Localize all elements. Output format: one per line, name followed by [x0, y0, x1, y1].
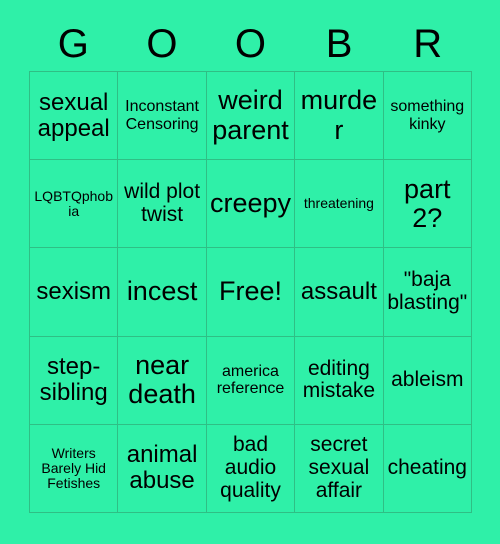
bingo-cell-r4c5[interactable]: ableism — [383, 336, 472, 425]
bingo-cell-label: sexual appeal — [37, 88, 110, 142]
bingo-header-letter-5: R — [413, 22, 443, 66]
bingo-cell-r5c5[interactable]: cheating — [383, 424, 472, 513]
bingo-cell-label: wild plot twist — [124, 180, 201, 226]
bingo-cell-label: incest — [126, 276, 198, 307]
bingo-cell-r3c5[interactable]: "baja blasting" — [383, 248, 472, 337]
bingo-cell-label: creepy — [209, 188, 292, 219]
bingo-cell-r2c5[interactable]: part 2? — [383, 160, 472, 249]
bingo-cell-label: bad audio quality — [220, 433, 281, 502]
bingo-cell-r1c4[interactable]: murder — [295, 72, 384, 161]
bingo-cell-r5c1[interactable]: Writers Barely Hid Fetishes — [30, 424, 119, 513]
bingo-cell-r2c4[interactable]: threatening — [295, 160, 384, 249]
bingo-cell-r1c3[interactable]: weird parent — [206, 72, 296, 161]
bingo-cell-r3c1[interactable]: sexism — [30, 248, 119, 337]
bingo-cell-r2c3[interactable]: creepy — [206, 160, 296, 249]
bingo-cell-r4c2[interactable]: near death — [118, 336, 207, 425]
bingo-cell-label: cheating — [387, 456, 467, 480]
bingo-cell-r1c2[interactable]: Inconstant Censoring — [118, 72, 207, 161]
bingo-grid: sexual appeal Inconstant Censoring weird p… — [29, 71, 472, 513]
bingo-cell-r1c1[interactable]: sexual appeal — [30, 72, 119, 161]
bingo-cell-r4c3[interactable]: america reference — [206, 336, 296, 425]
bingo-header-letter-2: O — [146, 22, 178, 66]
bingo-card: G O O B R sexual appeal Inconstant Censor… — [0, 0, 500, 544]
bingo-cell-r1c5[interactable]: something kinky — [383, 72, 472, 161]
bingo-cell-r2c2[interactable]: wild plot twist — [118, 160, 207, 249]
bingo-header-letter-3: O — [234, 22, 267, 66]
bingo-cell-label: sexism — [36, 278, 112, 306]
bingo-cell-r4c1[interactable]: step-sibling — [30, 336, 119, 425]
bingo-cell-label: LQBTQphobia — [34, 187, 113, 219]
bingo-cell-r2c1[interactable]: LQBTQphobia — [30, 160, 119, 249]
bingo-cell-label: ableism — [391, 367, 464, 391]
bingo-cell-label: "baja blasting" — [387, 268, 468, 314]
bingo-cell-label: animal abuse — [126, 441, 198, 495]
bingo-cell-label: secret sexual affair — [308, 433, 370, 502]
bingo-cell-label: weird parent — [212, 85, 289, 145]
bingo-cell-label: step-sibling — [39, 353, 108, 407]
bingo-cell-r5c3[interactable]: bad audio quality — [206, 424, 296, 513]
bingo-cell-label: part 2? — [404, 173, 451, 233]
bingo-cell-r4c4[interactable]: editing mistake — [295, 336, 384, 425]
bingo-header-letter-4: B — [325, 22, 353, 66]
bingo-cell-label: editing mistake — [302, 356, 376, 403]
bingo-cell-label: Inconstant Censoring — [125, 98, 199, 133]
bingo-cell-label: america reference — [216, 362, 285, 398]
bingo-cell-label: threatening — [303, 195, 374, 212]
bingo-cell-label: Writers Barely Hid Fetishes — [41, 444, 106, 491]
bingo-header-row: G O O B R — [29, 18, 472, 70]
bingo-cell-label: Free! — [218, 276, 282, 307]
bingo-cell-r3c4[interactable]: assault — [295, 248, 384, 337]
bingo-header-letter-1: G — [57, 22, 89, 66]
bingo-cell-label: murder — [300, 85, 378, 145]
bingo-cell-r3c2[interactable]: incest — [118, 248, 207, 337]
bingo-cell-label: near death — [128, 350, 196, 410]
bingo-cell-r3c3[interactable]: Free! — [206, 248, 296, 337]
bingo-cell-r5c4[interactable]: secret sexual affair — [295, 424, 384, 513]
bingo-cell-label: assault — [300, 278, 377, 306]
bingo-cell-r5c2[interactable]: animal abuse — [118, 424, 207, 513]
bingo-cell-label: something kinky — [390, 98, 465, 133]
